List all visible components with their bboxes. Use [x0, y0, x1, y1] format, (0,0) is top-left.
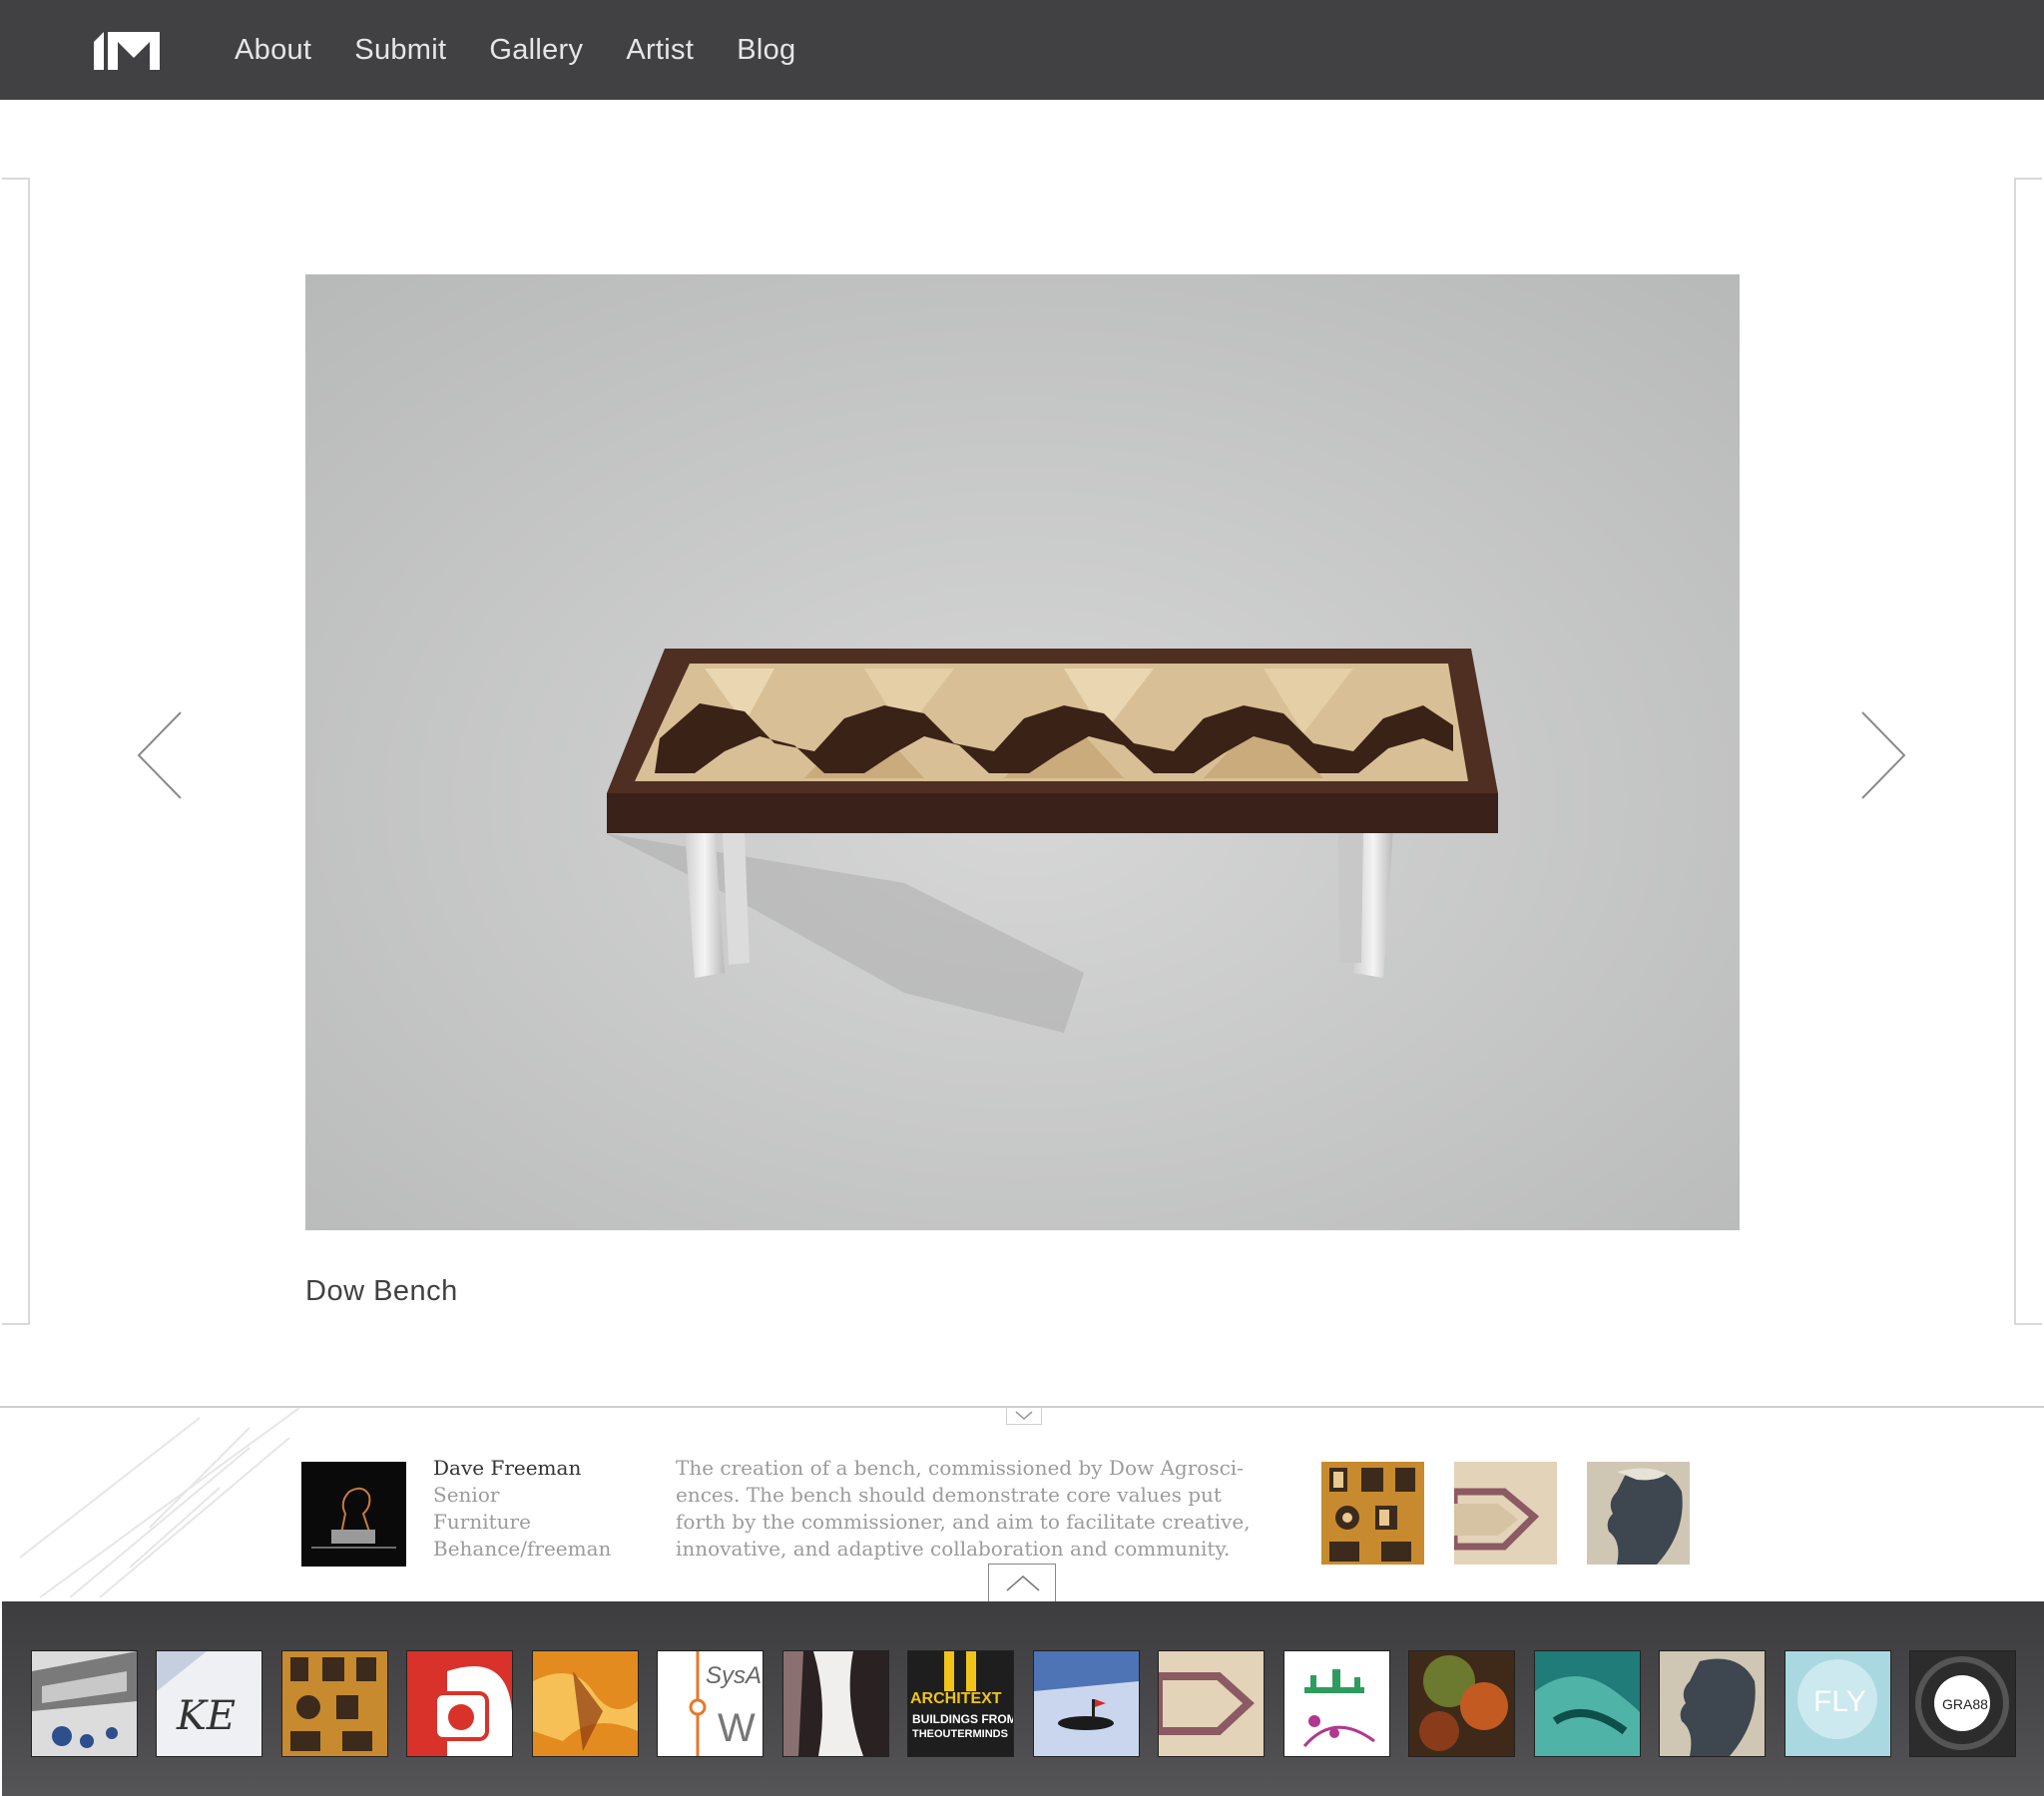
chevron-up-icon	[1006, 1575, 1040, 1591]
chevron-left-icon[interactable]	[135, 710, 195, 800]
gallery-thumb-11[interactable]	[1284, 1651, 1389, 1756]
artwork-title: Dow Bench	[305, 1275, 458, 1307]
nav-blog[interactable]: Blog	[737, 34, 795, 67]
chevron-right-icon[interactable]	[1854, 710, 1914, 800]
gallery-thumb-16[interactable]: GRA88	[1910, 1651, 2015, 1756]
im-logo-icon[interactable]	[94, 30, 160, 70]
artwork-image	[305, 274, 1740, 1230]
chevron-down-icon	[1015, 1411, 1033, 1420]
gallery-thumb-13[interactable]	[1535, 1651, 1640, 1756]
top-navigation-bar: About Submit Gallery Artist Blog	[0, 0, 2044, 100]
left-frame	[2, 178, 30, 1325]
gallery-thumb-3[interactable]	[282, 1651, 387, 1756]
nav-gallery[interactable]: Gallery	[489, 34, 583, 67]
gallery-thumb-1[interactable]	[32, 1651, 137, 1756]
thumb-w-text: W	[718, 1706, 756, 1750]
decorative-sketch-icon	[19, 1408, 300, 1598]
artist-name[interactable]: Dave Freeman	[433, 1455, 611, 1482]
gallery-thumb-5[interactable]	[533, 1651, 638, 1756]
related-work-1[interactable]	[1321, 1462, 1424, 1565]
thumb-buildings-text: BUILDINGS FROM	[912, 1712, 1013, 1726]
nav-submit[interactable]: Submit	[354, 34, 446, 67]
artist-info: Dave Freeman Senior Furniture Behance/fr…	[433, 1455, 611, 1563]
gallery-thumb-14[interactable]	[1660, 1651, 1765, 1756]
artist-avatar[interactable]	[301, 1462, 406, 1567]
main-nav: About Submit Gallery Artist Blog	[235, 0, 838, 100]
related-work-3[interactable]	[1587, 1462, 1690, 1565]
thumb-gra-text: GRA88	[1942, 1696, 1988, 1712]
thumb-fly-text: FLY	[1813, 1685, 1866, 1718]
gallery-thumb-4[interactable]	[407, 1651, 512, 1756]
gallery-thumb-2[interactable]: KE	[157, 1651, 261, 1756]
related-work-2[interactable]	[1454, 1462, 1557, 1565]
right-frame	[2014, 178, 2042, 1325]
gallery-thumb-15[interactable]: FLY	[1786, 1651, 1890, 1756]
thumb-ke-text: KE	[176, 1693, 236, 1739]
artwork-description: The creation of a bench, commissioned by…	[676, 1456, 1251, 1561]
nav-artist[interactable]: Artist	[626, 34, 694, 67]
gallery-thumb-12[interactable]	[1409, 1651, 1514, 1756]
nav-about[interactable]: About	[235, 34, 311, 67]
artist-year: Senior	[433, 1483, 500, 1507]
expand-toggle[interactable]	[988, 1564, 1056, 1603]
artist-discipline: Furniture	[433, 1510, 531, 1534]
gallery-thumb-7[interactable]	[783, 1651, 888, 1756]
gallery-thumb-9[interactable]	[1034, 1651, 1139, 1756]
gallery-thumb-8[interactable]: ARCHITEXT BUILDINGS FROM THEOUTERMINDS	[908, 1651, 1013, 1756]
collapse-toggle[interactable]	[1006, 1408, 1042, 1425]
artist-link[interactable]: Behance/freeman	[433, 1536, 611, 1563]
gallery-thumb-10[interactable]	[1159, 1651, 1264, 1756]
thumb-sysa-text: SysA	[706, 1662, 762, 1689]
thumb-outerminds-text: THEOUTERMINDS	[912, 1728, 1008, 1740]
thumb-architext-text: ARCHITEXT	[910, 1690, 1002, 1707]
gallery-thumb-6[interactable]: SysA W	[658, 1651, 763, 1756]
